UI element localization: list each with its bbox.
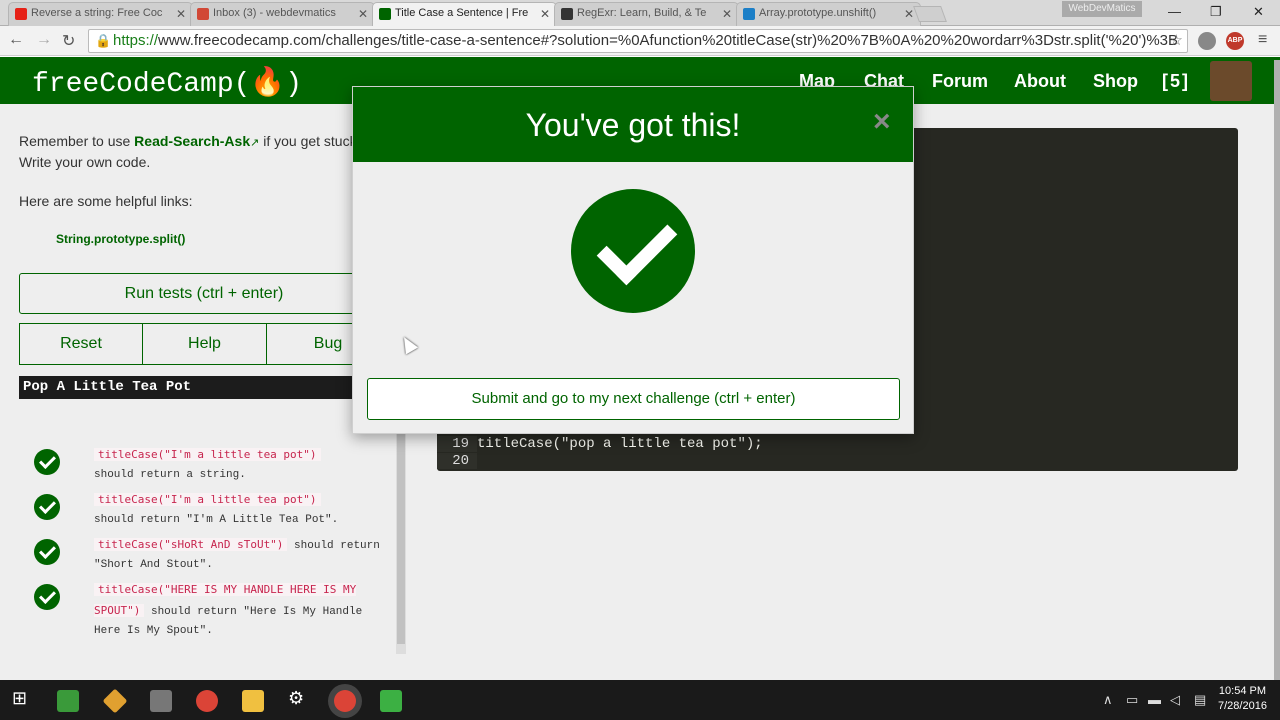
browser-tab-strip: Reverse a string: Free Coc ✕ Inbox (3) -… [0, 0, 1280, 27]
tab-title: Reverse a string: Free Coc [31, 7, 163, 19]
code-text: titleCase("pop a little tea pot"); [477, 436, 763, 452]
tray-battery-icon[interactable]: ▬ [1148, 692, 1161, 707]
check-icon [34, 494, 60, 520]
line-number: 19 [437, 436, 477, 452]
tray-action-center-icon[interactable]: ▤ [1194, 692, 1206, 708]
close-tab-icon[interactable]: ✕ [904, 7, 914, 21]
browser-tab[interactable]: RegExr: Learn, Build, & Te ✕ [554, 2, 739, 26]
browser-tab[interactable]: Array.prototype.unshift() ✕ [736, 2, 921, 26]
close-window-icon[interactable]: ✕ [1253, 4, 1264, 20]
extension-icon[interactable] [1198, 32, 1216, 50]
tab-title: RegExr: Learn, Build, & Te [577, 7, 707, 19]
browser-tab[interactable]: Reverse a string: Free Coc ✕ [8, 2, 193, 26]
forward-icon[interactable]: → [36, 31, 52, 49]
submit-next-challenge-button[interactable]: Submit and go to my next challenge (ctrl… [367, 378, 900, 420]
success-check-icon [571, 189, 695, 313]
points-counter[interactable]: [5] [1162, 71, 1190, 92]
gmail-icon [197, 8, 209, 20]
close-tab-icon[interactable]: ✕ [176, 7, 186, 21]
code-line: 20 [437, 453, 477, 469]
close-tab-icon[interactable]: ✕ [540, 7, 550, 21]
line-number: 20 [437, 453, 477, 469]
clock-time: 10:54 PM [1218, 685, 1267, 697]
back-icon[interactable]: ← [8, 31, 24, 49]
clock-date: 7/28/2016 [1218, 700, 1267, 712]
tab-title: Inbox (3) - webdevmatics [213, 7, 336, 19]
windows-start-icon[interactable]: ⊞ [12, 688, 34, 710]
check-icon [34, 584, 60, 610]
tray-network-icon[interactable]: ▭ [1126, 692, 1138, 708]
nav-shop[interactable]: Shop [1093, 71, 1138, 92]
nav-forum[interactable]: Forum [932, 71, 988, 92]
remember-text: Remember to use Read-Search-Ask↗ if you … [19, 133, 361, 149]
app-icon[interactable] [57, 690, 79, 712]
write-own-text: Write your own code. [19, 154, 151, 170]
mdn-icon [743, 8, 755, 20]
reset-button[interactable]: Reset [19, 323, 143, 365]
file-explorer-icon[interactable] [242, 690, 264, 712]
success-modal: You've got this! × Submit and go to my n… [352, 86, 914, 434]
reload-icon[interactable]: ↻ [62, 31, 75, 51]
regexr-icon [561, 8, 573, 20]
url-text: www.freecodecamp.com/challenges/title-ca… [158, 32, 1179, 49]
new-tab-button[interactable] [913, 6, 947, 22]
close-tab-icon[interactable]: ✕ [358, 7, 368, 21]
adblock-icon[interactable]: ABP [1226, 32, 1244, 50]
restore-icon[interactable]: ❐ [1210, 4, 1222, 20]
settings-gear-icon[interactable]: ⚙ [288, 688, 310, 710]
freecodecamp-logo[interactable]: freeCodeCamp(🔥) [32, 65, 302, 100]
youtube-icon [15, 8, 27, 20]
output-console: Pop A Little Tea Pot [19, 376, 354, 399]
browser-toolbar: ← → ↻ 🔒 https://www.freecodecamp.com/cha… [0, 26, 1280, 56]
help-button[interactable]: Help [142, 323, 267, 365]
git-icon[interactable] [102, 688, 128, 714]
bookmark-star-icon[interactable]: ☆ [1170, 30, 1183, 52]
address-bar[interactable]: 🔒 https://www.freecodecamp.com/challenge… [88, 29, 1188, 53]
read-search-ask-link[interactable]: Read-Search-Ask [134, 133, 250, 149]
browser-tab[interactable]: Inbox (3) - webdevmatics ✕ [190, 2, 375, 26]
close-icon[interactable]: × [873, 107, 891, 137]
modal-title: You've got this! [525, 107, 741, 143]
system-clock[interactable]: 10:54 PM 7/28/2016 [1218, 684, 1267, 714]
minimize-icon[interactable]: — [1168, 4, 1181, 19]
windows-taskbar: ⊞ ⚙ ∧ ▭ ▬ ◁ ▤ 10:54 PM 7/28/2016 [0, 680, 1280, 720]
browser-tab-active[interactable]: Title Case a Sentence | Fre ✕ [372, 2, 557, 27]
lock-icon: 🔒 [95, 33, 112, 48]
tray-chevron-icon[interactable]: ∧ [1103, 692, 1113, 708]
user-avatar[interactable] [1210, 61, 1252, 101]
check-icon [34, 449, 60, 475]
tab-title: Title Case a Sentence | Fre [395, 7, 529, 19]
chrome-active-icon[interactable] [334, 690, 356, 712]
chrome-icon[interactable] [196, 690, 218, 712]
tray-volume-icon[interactable]: ◁ [1170, 692, 1180, 708]
url-scheme: https:// [113, 32, 159, 49]
code-line: 19 titleCase("pop a little tea pot"); [437, 436, 763, 452]
camtasia-icon[interactable] [380, 690, 402, 712]
helpful-links-heading: Here are some helpful links: [19, 193, 193, 209]
page-scrollbar[interactable] [1274, 60, 1280, 680]
profile-badge[interactable]: WebDevMatics [1062, 1, 1142, 17]
tab-title: Array.prototype.unshift() [759, 7, 877, 19]
menu-icon[interactable]: ≡ [1258, 31, 1267, 49]
run-tests-button[interactable]: Run tests (ctrl + enter) [19, 273, 389, 314]
external-link-icon: ↗ [250, 137, 260, 149]
app-icon[interactable] [150, 690, 172, 712]
split-doc-link[interactable]: String.prototype.split() [56, 232, 185, 246]
freecodecamp-icon [379, 8, 391, 20]
challenge-instructions-pane: Remember to use Read-Search-Ask↗ if you … [0, 104, 408, 680]
close-tab-icon[interactable]: ✕ [722, 7, 732, 21]
check-icon [34, 539, 60, 565]
nav-about[interactable]: About [1014, 71, 1066, 92]
modal-header: You've got this! × [353, 87, 913, 162]
